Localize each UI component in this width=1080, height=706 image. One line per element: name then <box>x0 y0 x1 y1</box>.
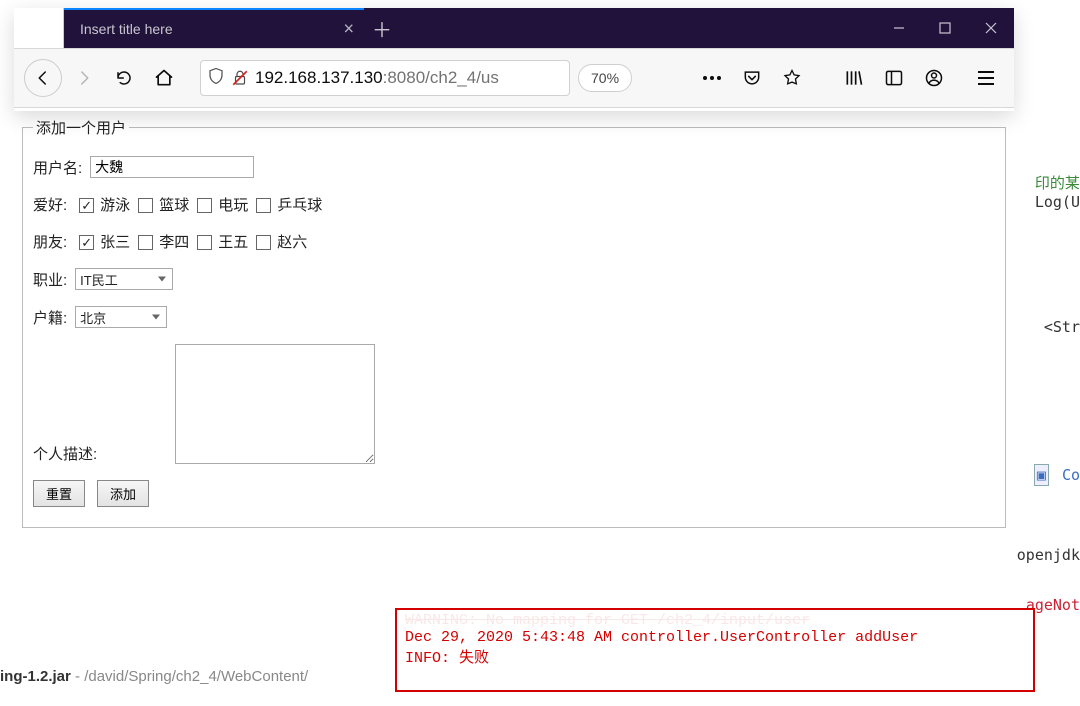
submit-button[interactable]: 添加 <box>97 480 149 507</box>
insecure-lock-icon[interactable] <box>231 69 249 87</box>
username-input[interactable] <box>90 156 254 178</box>
friend-checkbox-wangwu[interactable] <box>197 235 212 250</box>
username-label: 用户名: <box>33 157 82 178</box>
back-button[interactable] <box>24 59 62 97</box>
hobby-checkbox-basketball[interactable] <box>138 198 153 213</box>
desc-label: 个人描述: <box>33 443 97 464</box>
hobby-label: 爱好: <box>33 194 67 215</box>
forward-button[interactable] <box>66 60 102 96</box>
hobby-option: 游泳 <box>100 194 130 215</box>
console-line: Dec 29, 2020 5:43:48 AM controller.UserC… <box>405 629 1025 646</box>
pocket-icon[interactable] <box>734 60 770 96</box>
tabbar-prefix <box>14 8 64 48</box>
origin-select[interactable]: 北京 <box>75 306 167 328</box>
library-icon[interactable] <box>836 60 872 96</box>
hobby-option: 电玩 <box>218 194 248 215</box>
hobby-option: 篮球 <box>159 194 189 215</box>
bg-text: Log(U <box>1035 193 1080 211</box>
hamburger-menu-icon[interactable] <box>968 60 1004 96</box>
hobby-checkbox-pingpong[interactable] <box>256 198 271 213</box>
friend-checkbox-zhaoliu[interactable] <box>256 235 271 250</box>
window-minimize-button[interactable] <box>876 8 922 48</box>
tab-bar: Insert title here × ＋ <box>14 8 1014 48</box>
url-bar[interactable]: 192.168.137.130:8080/ch2_4/us <box>200 60 570 96</box>
fieldset-legend: 添加一个用户 <box>33 117 129 138</box>
origin-label: 户籍: <box>33 307 67 328</box>
new-tab-button[interactable]: ＋ <box>364 8 400 48</box>
jar-path-line: ing-1.2.jar - /david/Spring/ch2_4/WebCon… <box>0 668 308 685</box>
page-actions-icon[interactable] <box>694 60 730 96</box>
friend-option: 李四 <box>159 231 189 252</box>
friend-checkbox-lisi[interactable] <box>138 235 153 250</box>
console-line: INFO: 失败 <box>405 646 1025 667</box>
window-maximize-button[interactable] <box>922 8 968 48</box>
tab-title: Insert title here <box>80 21 173 37</box>
console-line: WARNING: No mapping for GET /ch2_4/input… <box>405 612 1025 629</box>
tracking-shield-icon[interactable] <box>207 67 225 90</box>
friend-checkbox-zhangsan[interactable] <box>79 235 94 250</box>
friend-option: 王五 <box>218 231 248 252</box>
browser-tab[interactable]: Insert title here × <box>64 8 364 48</box>
window-close-button[interactable] <box>968 8 1014 48</box>
hobby-checkbox-game[interactable] <box>197 198 212 213</box>
home-button[interactable] <box>146 60 182 96</box>
friends-label: 朋友: <box>33 231 67 252</box>
bg-text: openjdk <box>1017 546 1080 564</box>
hobby-checkbox-swim[interactable] <box>79 198 94 213</box>
url-text: 192.168.137.130:8080/ch2_4/us <box>255 68 499 88</box>
browser-window: Insert title here × ＋ <box>14 8 1014 111</box>
account-icon[interactable] <box>916 60 952 96</box>
friend-option: 张三 <box>100 231 130 252</box>
job-label: 职业: <box>33 269 67 290</box>
job-select[interactable]: IT民工 <box>75 268 173 290</box>
hobby-option: 乒乓球 <box>277 194 322 215</box>
friend-option: 赵六 <box>277 231 307 252</box>
add-user-fieldset: 添加一个用户 用户名: 爱好: 游泳 篮球 电玩 乒乓球 朋友: 张三 李四 王… <box>22 117 1006 528</box>
close-tab-icon[interactable]: × <box>343 19 354 40</box>
desc-textarea[interactable] <box>175 344 375 464</box>
zoom-indicator[interactable]: 70% <box>578 64 632 92</box>
sidebar-icon[interactable] <box>876 60 912 96</box>
bookmark-star-icon[interactable] <box>774 60 810 96</box>
nav-toolbar: 192.168.137.130:8080/ch2_4/us 70% <box>14 48 1014 108</box>
bg-text: 印的某 <box>1035 174 1080 192</box>
page-content: 添加一个用户 用户名: 爱好: 游泳 篮球 电玩 乒乓球 朋友: 张三 李四 王… <box>14 111 1014 541</box>
bg-text: Co <box>1062 466 1080 484</box>
reset-button[interactable]: 重置 <box>33 480 85 507</box>
reload-button[interactable] <box>106 60 142 96</box>
console-highlight: WARNING: No mapping for GET /ch2_4/input… <box>395 608 1035 692</box>
bg-text: <Str <box>1044 318 1080 336</box>
console-tab-icon: ▣ <box>1034 464 1049 486</box>
